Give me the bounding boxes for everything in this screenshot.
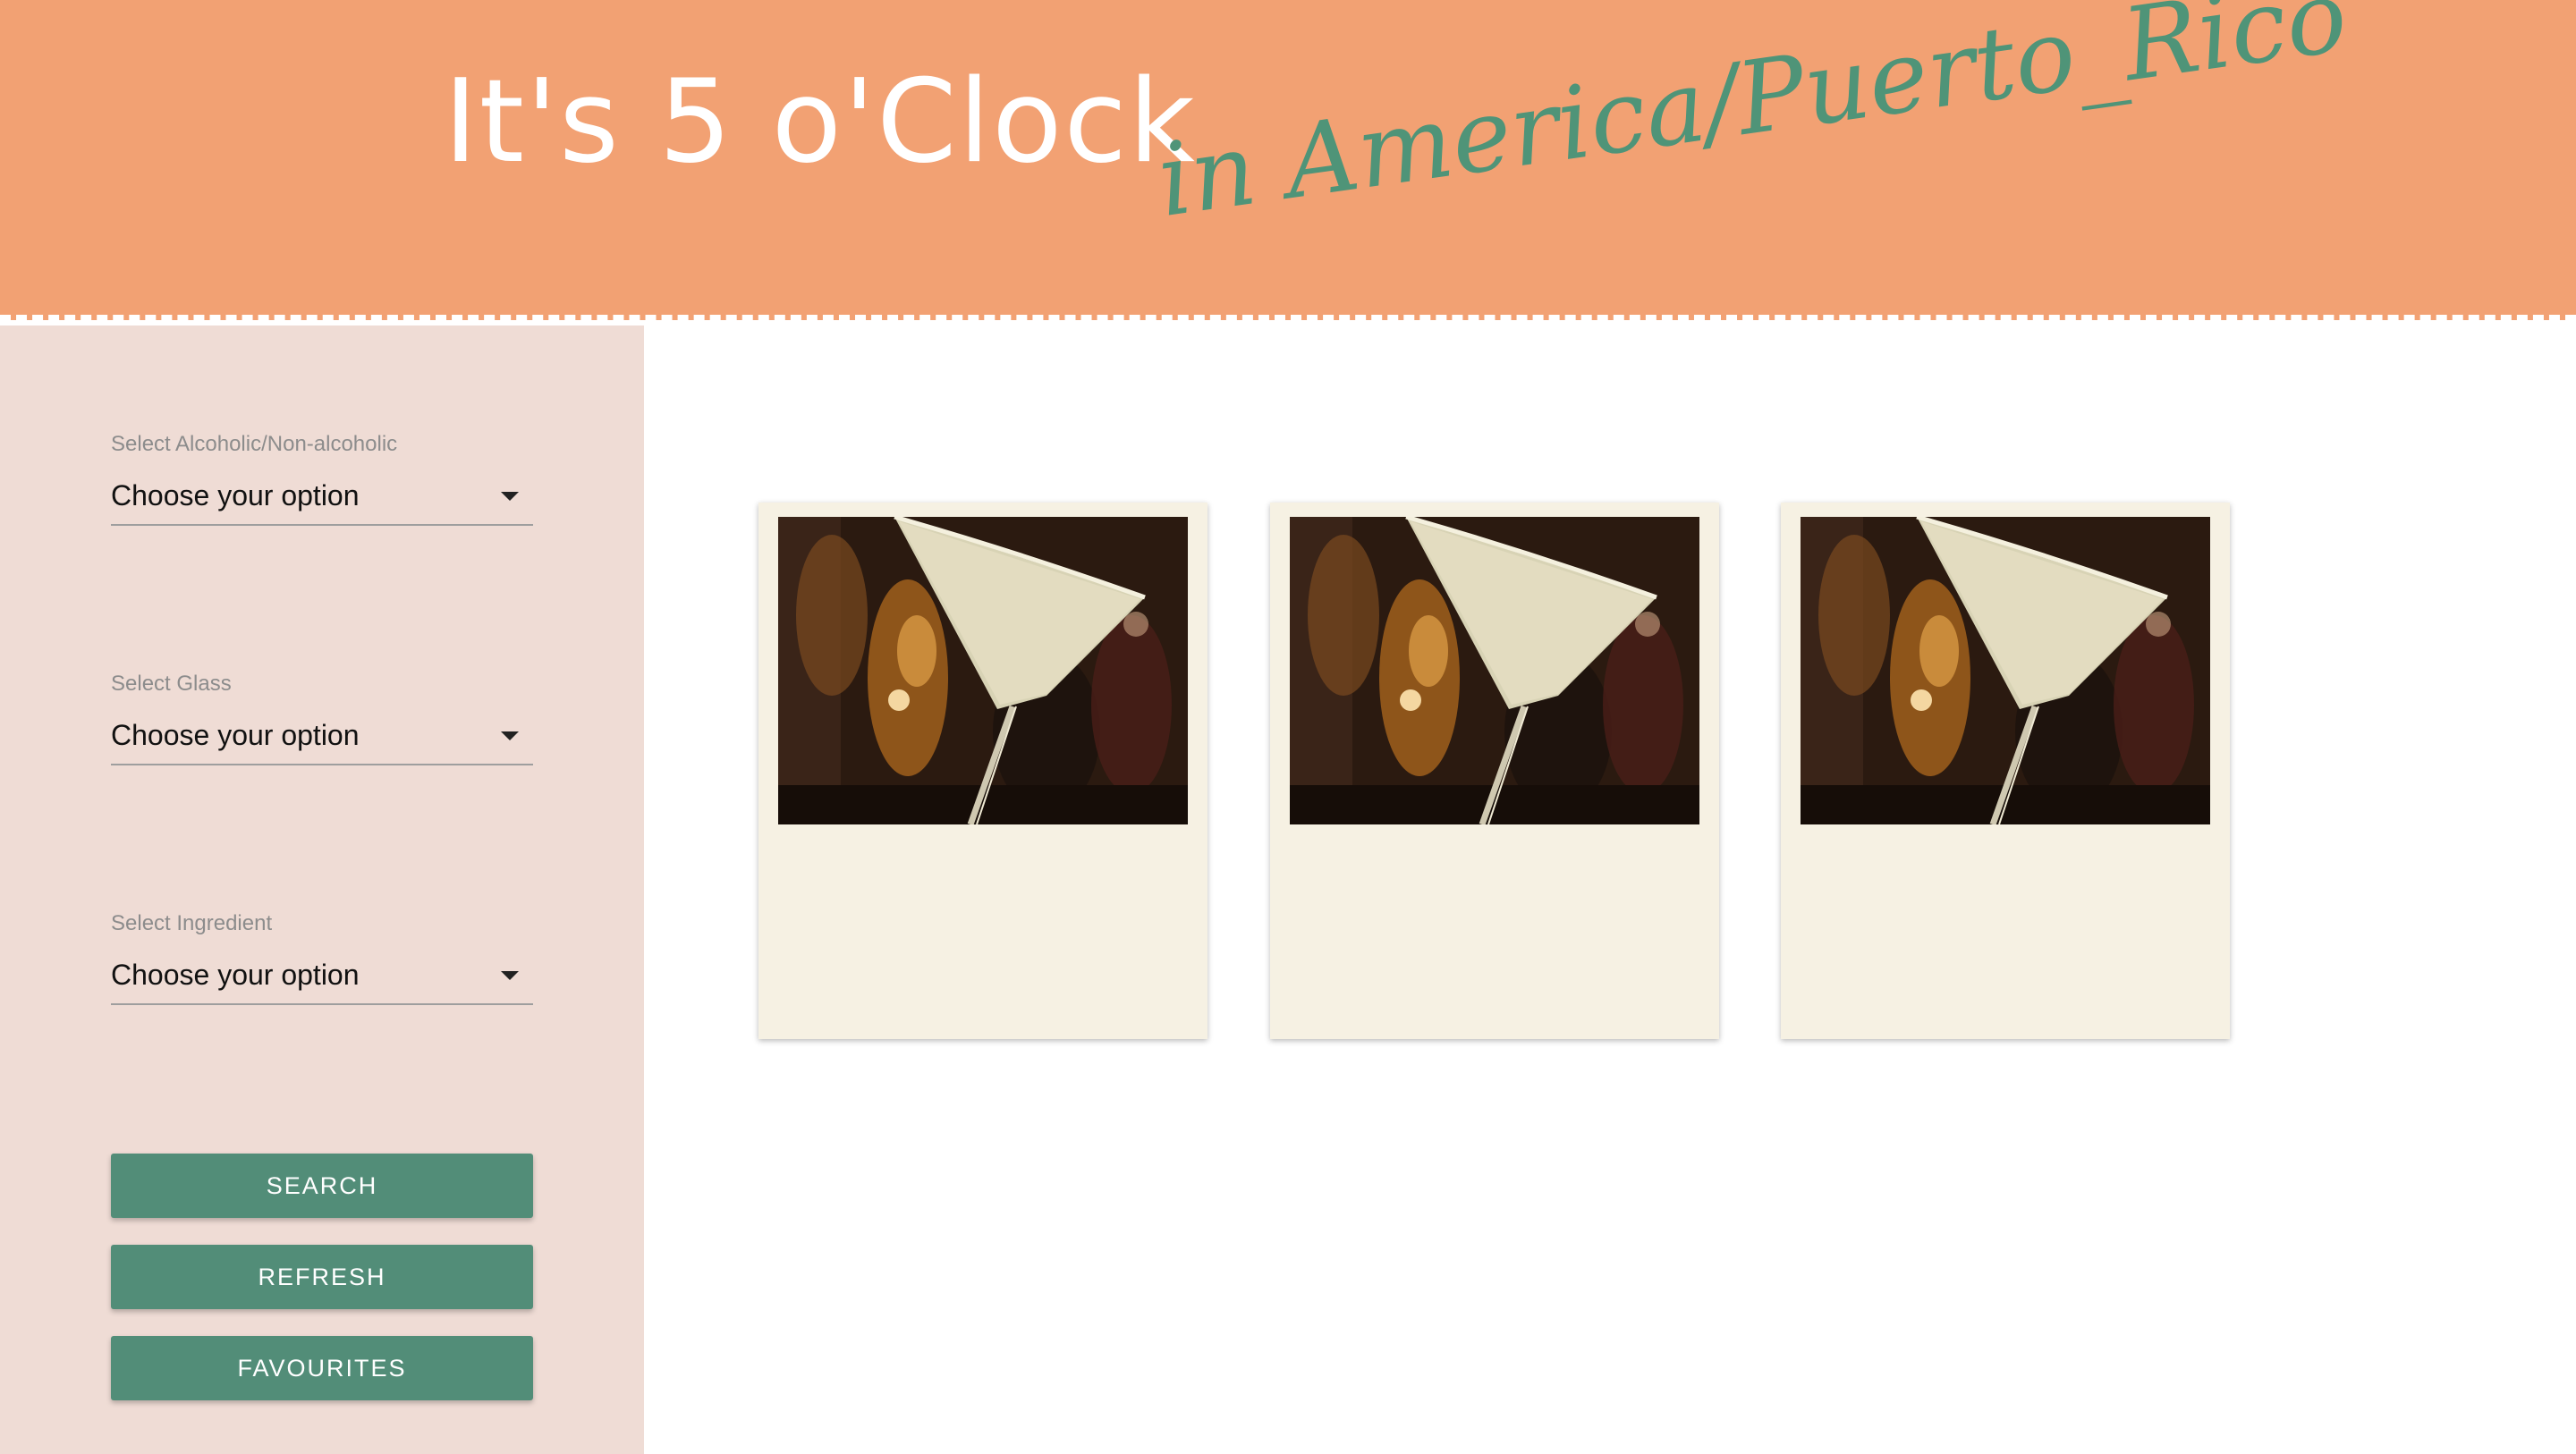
favourites-button[interactable]: FAVOURITES bbox=[111, 1336, 533, 1400]
ingredient-select-value: Choose your option bbox=[111, 959, 360, 991]
search-button[interactable]: SEARCH bbox=[111, 1154, 533, 1218]
cocktail-card[interactable] bbox=[758, 503, 1208, 1039]
glass-select-value: Choose your option bbox=[111, 719, 360, 751]
caret-down-icon bbox=[501, 971, 519, 980]
glass-filter: Select Glass Choose your option bbox=[111, 671, 533, 765]
ingredient-select[interactable]: Choose your option bbox=[111, 950, 533, 1005]
cocktail-card[interactable] bbox=[1270, 503, 1719, 1039]
refresh-button[interactable]: REFRESH bbox=[111, 1245, 533, 1309]
ingredient-filter: Select Ingredient Choose your option bbox=[111, 910, 533, 1005]
caret-down-icon bbox=[501, 492, 519, 501]
caret-down-icon bbox=[501, 731, 519, 740]
glass-filter-label: Select Glass bbox=[111, 672, 232, 696]
alcoholic-filter-label: Select Alcoholic/Non-alcoholic bbox=[111, 432, 398, 456]
ingredient-filter-label: Select Ingredient bbox=[111, 911, 273, 935]
cocktail-photo[interactable] bbox=[1801, 517, 2210, 824]
cocktail-card[interactable] bbox=[1781, 503, 2230, 1039]
alcoholic-filter: Select Alcoholic/Non-alcoholic Choose yo… bbox=[111, 431, 533, 526]
cocktail-photo[interactable] bbox=[1290, 517, 1699, 824]
glass-select[interactable]: Choose your option bbox=[111, 710, 533, 765]
filter-sidebar: Select Alcoholic/Non-alcoholic Choose yo… bbox=[0, 325, 644, 1454]
alcoholic-select-value: Choose your option bbox=[111, 479, 360, 511]
timezone-subtitle: in America/Puerto_Rico bbox=[1150, 0, 2354, 240]
site-header: It's 5 o'Clock in America/Puerto_Rico bbox=[0, 0, 2576, 320]
alcoholic-select[interactable]: Choose your option bbox=[111, 470, 533, 526]
cocktail-photo[interactable] bbox=[778, 517, 1188, 824]
page-title: It's 5 o'Clock bbox=[444, 55, 1197, 189]
